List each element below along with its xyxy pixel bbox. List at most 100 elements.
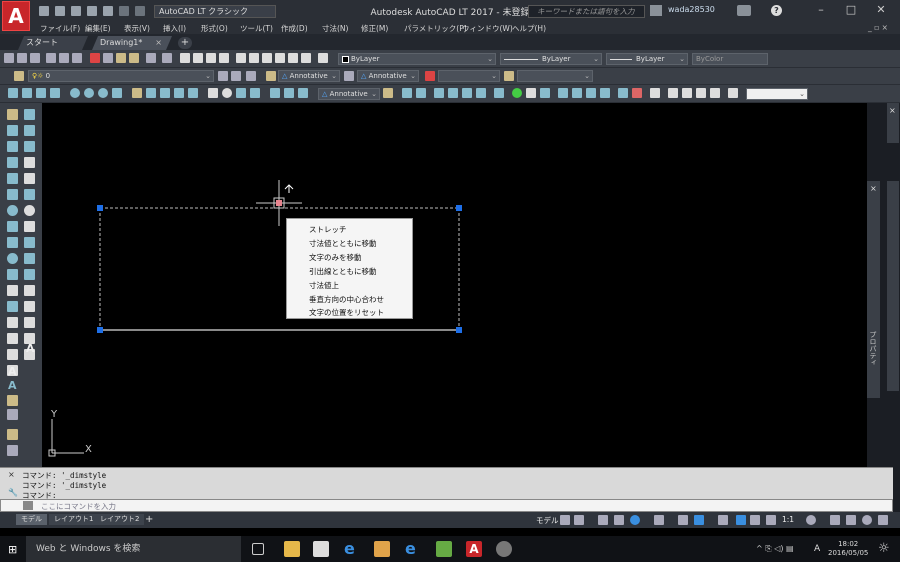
find-icon[interactable] bbox=[7, 395, 18, 406]
text-style-icon[interactable] bbox=[266, 71, 276, 81]
infer-icon[interactable] bbox=[614, 515, 624, 525]
ellipse-arc-icon[interactable] bbox=[7, 269, 18, 280]
modify-icon-7[interactable] bbox=[494, 88, 504, 98]
linear-dim-icon[interactable] bbox=[8, 88, 18, 98]
autocad-taskbar-icon[interactable]: A bbox=[466, 541, 482, 557]
text-icon[interactable]: A bbox=[8, 379, 17, 392]
isodraft-icon[interactable] bbox=[654, 515, 664, 525]
lineweight-icon[interactable] bbox=[718, 515, 728, 525]
hatch-icon[interactable] bbox=[7, 333, 18, 344]
modify-icon-2[interactable] bbox=[416, 88, 426, 98]
rotate-icon[interactable] bbox=[540, 88, 550, 98]
publish-icon[interactable] bbox=[72, 53, 82, 63]
auto-scale-icon[interactable] bbox=[750, 515, 760, 525]
preview-icon[interactable] bbox=[59, 53, 69, 63]
erase-icon[interactable] bbox=[24, 109, 35, 120]
binoculars-icon[interactable] bbox=[650, 5, 662, 16]
join-icon[interactable] bbox=[24, 301, 35, 312]
dim-style-control[interactable]: △ Annotative ⌄ bbox=[357, 70, 419, 82]
app-logo[interactable]: A bbox=[2, 1, 30, 31]
app-icon[interactable] bbox=[436, 541, 452, 557]
menu-modify[interactable]: 修正(M) bbox=[361, 23, 388, 34]
trim-left-icon[interactable] bbox=[24, 253, 35, 264]
menu-item-move-with-leader[interactable]: 引出線とともに移動 bbox=[309, 266, 377, 277]
media-icon[interactable] bbox=[374, 541, 390, 557]
table-icon[interactable] bbox=[7, 445, 18, 456]
modify-icon-6[interactable] bbox=[476, 88, 486, 98]
menu-parametric[interactable]: パラメトリック(P) bbox=[404, 23, 467, 34]
drawing-canvas[interactable]: Y X bbox=[42, 103, 867, 467]
menu-item-stretch[interactable]: ストレッチ bbox=[309, 224, 347, 235]
ime-indicator[interactable]: A bbox=[814, 544, 820, 554]
fillet-icon[interactable] bbox=[632, 88, 642, 98]
mdi-controls[interactable]: _ ▫ × bbox=[868, 23, 888, 32]
dim-update-icon[interactable] bbox=[298, 88, 308, 98]
array-icon[interactable] bbox=[24, 173, 35, 184]
grid-icon[interactable] bbox=[560, 515, 570, 525]
file-explorer-icon[interactable] bbox=[284, 541, 300, 557]
help-icon[interactable] bbox=[318, 53, 328, 63]
user-name[interactable]: wada28530 bbox=[668, 5, 715, 14]
tab-start[interactable]: スタート bbox=[18, 36, 88, 50]
new-icon[interactable] bbox=[39, 6, 49, 16]
extend-icon[interactable] bbox=[572, 88, 582, 98]
insert-block-icon[interactable] bbox=[7, 285, 18, 296]
grip-bottom-right[interactable] bbox=[456, 327, 462, 333]
menu-tools[interactable]: ツール(T) bbox=[240, 23, 273, 34]
saveas-icon[interactable] bbox=[87, 6, 97, 16]
grip-bottom-left[interactable] bbox=[97, 327, 103, 333]
ie-icon[interactable]: e bbox=[405, 541, 421, 557]
line-icon[interactable] bbox=[7, 109, 18, 120]
close-button[interactable]: ✕ bbox=[868, 2, 894, 18]
dim-style-toolbar-control[interactable]: △ Annotative ⌄ bbox=[318, 88, 380, 100]
extend-left-icon[interactable] bbox=[24, 269, 35, 280]
polar-icon[interactable] bbox=[630, 515, 640, 525]
tab-layout1[interactable]: レイアウト1 bbox=[49, 514, 99, 525]
redo-icon[interactable] bbox=[135, 6, 145, 16]
field-icon[interactable] bbox=[7, 429, 18, 440]
taskbar-search[interactable]: Web と Windows を検索 bbox=[26, 536, 241, 562]
text-style-control[interactable]: △ Annotative ⌄ bbox=[278, 70, 340, 82]
grip-top-left[interactable] bbox=[97, 205, 103, 211]
tolerance-icon[interactable] bbox=[208, 88, 218, 98]
undo-icon[interactable] bbox=[119, 6, 129, 16]
color-control[interactable]: ByLayer ⌄ bbox=[338, 53, 496, 65]
close-icon[interactable]: × bbox=[889, 106, 896, 115]
dim-edit-icon[interactable] bbox=[270, 88, 280, 98]
dim-style-manager-icon[interactable] bbox=[383, 88, 393, 98]
dim-text-edit-icon[interactable] bbox=[284, 88, 294, 98]
tab-drawing1[interactable]: Drawing1* × bbox=[92, 36, 172, 50]
block-icon-5[interactable] bbox=[728, 88, 738, 98]
angular-icon[interactable] bbox=[112, 88, 122, 98]
point-icon[interactable] bbox=[7, 317, 18, 328]
mleader-style-icon[interactable] bbox=[504, 71, 514, 81]
stretch-icon[interactable] bbox=[586, 88, 596, 98]
annotation-visibility-icon[interactable] bbox=[736, 515, 746, 525]
menu-item-move-text-only[interactable]: 文字のみを移動 bbox=[309, 252, 362, 263]
app-icon-2[interactable] bbox=[496, 541, 512, 557]
zoom-previous-icon[interactable] bbox=[219, 53, 229, 63]
plot-icon[interactable] bbox=[46, 53, 56, 63]
layer-properties-icon[interactable] bbox=[14, 71, 24, 81]
undo-icon[interactable] bbox=[146, 53, 156, 63]
menu-edit[interactable]: 編集(E) bbox=[85, 23, 111, 34]
copy-object-icon[interactable] bbox=[24, 125, 35, 136]
trim-icon[interactable] bbox=[558, 88, 568, 98]
menu-dimension[interactable]: 寸法(N) bbox=[322, 23, 348, 34]
osnap-status-icon[interactable] bbox=[694, 515, 704, 525]
tab-layout2[interactable]: レイアウト2 bbox=[95, 514, 145, 525]
sheet-set-icon[interactable] bbox=[275, 53, 285, 63]
osnap-icon[interactable] bbox=[512, 88, 522, 98]
save-icon[interactable] bbox=[30, 53, 40, 63]
menu-format[interactable]: 形式(O) bbox=[201, 23, 228, 34]
ortho-icon[interactable] bbox=[598, 515, 608, 525]
inspection-icon[interactable] bbox=[236, 88, 246, 98]
circle-icon[interactable] bbox=[7, 205, 18, 216]
scale-left-icon[interactable] bbox=[24, 221, 35, 232]
store-icon[interactable] bbox=[313, 541, 329, 557]
new-tab-button[interactable]: + bbox=[178, 37, 192, 49]
clock[interactable]: 18:02 2016/05/05 bbox=[828, 540, 868, 558]
table-style-control[interactable]: ⌄ bbox=[438, 70, 500, 82]
menu-item-above-dim-line[interactable]: 寸法値上 bbox=[309, 280, 339, 291]
jogged-linear-icon[interactable] bbox=[250, 88, 260, 98]
